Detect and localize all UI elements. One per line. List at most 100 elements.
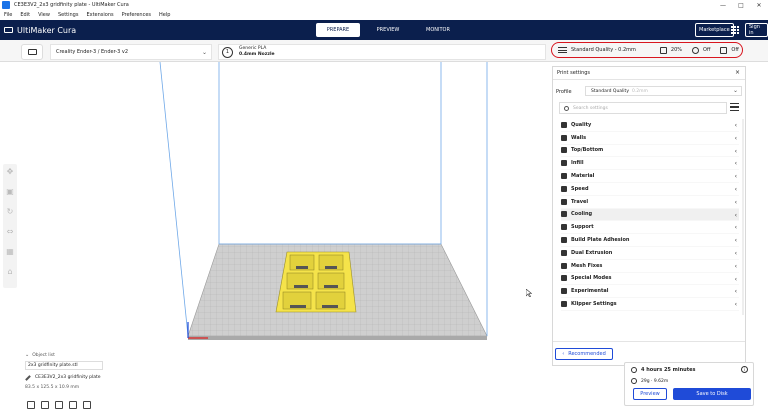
special-modes-icon [561, 275, 567, 282]
category-travel[interactable]: Travel ‹ [561, 196, 739, 209]
chevron-left-icon: ‹ [734, 288, 737, 296]
top-view-icon[interactable] [55, 401, 63, 409]
object-list-item[interactable]: 2x3 gridfinity plate.stl [25, 361, 103, 370]
category-quality[interactable]: Quality ‹ [561, 119, 739, 132]
category-label: Quality [571, 121, 592, 128]
sign-in-button[interactable]: Sign in [745, 23, 768, 37]
top-bottom-icon [561, 147, 567, 154]
menu-help[interactable]: Help [159, 12, 170, 18]
open-file-button[interactable] [21, 44, 43, 60]
object-list-toggle[interactable]: ⌄ Object list [25, 352, 135, 358]
support-value: Off [703, 47, 711, 53]
pencil-icon [25, 374, 31, 381]
chevron-down-icon: ⌄ [732, 87, 738, 94]
category-cooling[interactable]: Cooling ‹ [561, 208, 739, 222]
category-material[interactable]: Material ‹ [561, 170, 739, 183]
menu-file[interactable]: File [4, 12, 12, 18]
panel-title: Print settings [557, 70, 591, 76]
support-blocker-icon[interactable]: ⌂ [6, 268, 14, 276]
category-special-modes[interactable]: Special Modes ‹ [561, 273, 739, 286]
cooling-icon [561, 211, 567, 218]
category-infill[interactable]: Infill ‹ [561, 157, 739, 171]
category-walls[interactable]: Walls ‹ [561, 132, 739, 145]
preview-button[interactable]: Preview [633, 388, 667, 400]
category-build-plate-adhesion[interactable]: Build Plate Adhesion ‹ [561, 234, 739, 247]
print-estimate-card: 4 hours 25 minutes i 29g · 9.62m Preview… [624, 362, 754, 406]
category-klipper-settings[interactable]: Klipper Settings ‹ [561, 298, 739, 311]
travel-icon [561, 198, 567, 205]
save-to-disk-button[interactable]: Save to Disk [673, 388, 751, 400]
marketplace-button[interactable]: Marketplace [695, 23, 734, 37]
per-model-settings-icon[interactable]: ▦ [6, 248, 14, 256]
category-top-bottom[interactable]: Top/Bottom ‹ [561, 145, 739, 158]
minimize-button[interactable]: — [714, 0, 732, 10]
menu-view[interactable]: View [38, 12, 50, 18]
apps-grid-icon[interactable] [731, 26, 739, 34]
ultimaker-logo-icon [4, 27, 13, 33]
material-icon [561, 173, 567, 180]
object-list-title: Object list [32, 352, 55, 358]
job-name-row[interactable]: CE3E3V2_2x3 gridfinity plate [25, 374, 135, 381]
scale-tool-icon[interactable]: ▣ [6, 188, 14, 196]
material-info: Generic PLA 0.4mm Nozzle [239, 46, 275, 58]
close-icon[interactable]: × [735, 69, 740, 76]
profile-dropdown[interactable]: Standard Quality 0.2mm ⌄ [585, 86, 742, 96]
settings-category-list: Quality ‹ Walls ‹ Top/Bottom ‹ Infill ‹ Mate… [561, 119, 739, 315]
category-label: Travel [571, 198, 589, 205]
category-experimental[interactable]: Experimental ‹ [561, 285, 739, 299]
title-bar: CE3E3V2_2x3 gridfinity plate - UltiMaker… [0, 0, 768, 10]
right-view-icon[interactable] [83, 401, 91, 409]
print-time: 4 hours 25 minutes [631, 367, 695, 373]
settings-scrollbar[interactable] [742, 119, 744, 315]
3d-view-icon[interactable] [27, 401, 35, 409]
print-settings-panel: Print settings × Profile Standard Qualit… [552, 66, 746, 366]
panel-header: Print settings × [553, 67, 745, 80]
chevron-left-icon: ‹ [734, 173, 737, 181]
material-usage: 29g · 9.62m [631, 378, 668, 384]
tab-preview[interactable]: PREVIEW [366, 23, 410, 37]
material-selector[interactable]: 1 Generic PLA 0.4mm Nozzle [218, 44, 546, 60]
category-label: Build Plate Adhesion [571, 237, 630, 244]
tab-monitor[interactable]: MONITOR [416, 23, 460, 37]
nozzle-size: 0.4mm Nozzle [239, 52, 275, 57]
chevron-left-icon: ‹ [734, 301, 737, 309]
profile-value: Standard Quality [591, 88, 629, 94]
maximize-button[interactable]: □ [732, 0, 750, 10]
camera-view-buttons [27, 401, 97, 409]
menu-preferences[interactable]: Preferences [122, 12, 151, 18]
settings-menu-icon[interactable] [730, 103, 739, 111]
category-dual-extrusion[interactable]: Dual Extrusion ‹ [561, 247, 739, 260]
mouse-cursor-icon [526, 289, 532, 297]
close-window-button[interactable]: ✕ [750, 0, 768, 10]
category-label: Infill [571, 160, 584, 167]
support-icon [692, 46, 700, 54]
window-title: CE3E3V2_2x3 gridfinity plate - UltiMaker… [14, 2, 129, 8]
chevron-left-icon: ‹ [734, 134, 737, 142]
left-view-icon[interactable] [69, 401, 77, 409]
move-tool-icon[interactable]: ✥ [6, 168, 14, 176]
print-settings-summary[interactable]: Standard Quality - 0.2mm 20% Off Off [551, 42, 743, 58]
adhesion-icon [561, 237, 567, 244]
klipper-icon [561, 301, 567, 308]
info-icon[interactable]: i [741, 366, 748, 373]
rotate-tool-icon[interactable]: ↻ [6, 208, 14, 216]
dual-extrusion-icon [561, 249, 567, 256]
printer-selector[interactable]: Creality Ender-3 / Ender-3 v2 ⌄ [50, 44, 212, 60]
tool-sidebar: ✥ ▣ ↻ ⇔ ▦ ⌂ [3, 164, 17, 288]
recommended-button[interactable]: ‹ Recommended [555, 348, 613, 360]
category-label: Dual Extrusion [571, 249, 613, 256]
menu-settings[interactable]: Settings [58, 12, 79, 18]
tab-prepare[interactable]: PREPARE [316, 23, 360, 37]
search-settings-input[interactable]: Search settings [559, 102, 727, 114]
profile-layer-height: 0.2mm [631, 88, 648, 94]
category-mesh-fixes[interactable]: Mesh Fixes ‹ [561, 260, 739, 273]
category-support[interactable]: Support ‹ [561, 221, 739, 235]
speed-icon [561, 185, 567, 192]
menu-extensions[interactable]: Extensions [86, 12, 113, 18]
brand-logo: UltiMaker Cura [4, 26, 76, 35]
menu-edit[interactable]: Edit [20, 12, 30, 18]
front-view-icon[interactable] [41, 401, 49, 409]
mirror-tool-icon[interactable]: ⇔ [6, 228, 14, 236]
category-speed[interactable]: Speed ‹ [561, 183, 739, 196]
chevron-left-icon: ‹ [734, 122, 737, 129]
